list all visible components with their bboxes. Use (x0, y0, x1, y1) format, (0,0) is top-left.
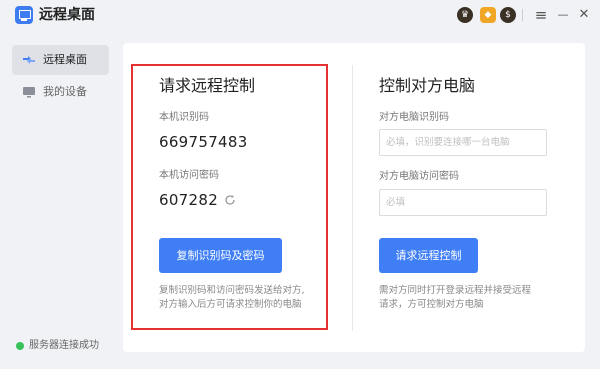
main-panel: 请求远程控制 本机识别码 669757483 本机访问密码 607282 复制识… (123, 43, 585, 352)
crown-badge-icon[interactable]: ♛ (457, 7, 473, 23)
menu-icon[interactable]: ≡ (531, 5, 551, 25)
sidebar-item-label: 远程桌面 (43, 53, 87, 66)
remote-id-input[interactable] (379, 129, 547, 156)
local-password-label: 本机访问密码 (159, 170, 219, 181)
remote-password-input[interactable] (379, 189, 547, 216)
app-title: 远程桌面 (39, 7, 95, 23)
copy-note-line-2: 对方输入后方可请求控制你的电脑 (159, 299, 302, 310)
titlebar-divider (522, 9, 523, 21)
request-remote-control-button[interactable]: 请求远程控制 (379, 238, 478, 273)
request-control-title: 请求远程控制 (159, 76, 256, 95)
app-logo-icon (15, 6, 33, 24)
monitor-icon (23, 87, 35, 98)
local-id-label: 本机识别码 (159, 112, 209, 123)
remote-password-label: 对方电脑访问密码 (379, 171, 459, 182)
sidebar-item-remote-desktop[interactable]: 远程桌面 (12, 45, 109, 75)
copy-note-line-1: 复制识别码和访问密码发送给对方, (159, 285, 305, 296)
refresh-icon[interactable] (224, 194, 236, 206)
title-bar: 远程桌面 ♛ ◆ $ ≡ — ✕ (0, 0, 600, 32)
panel-divider (352, 65, 353, 331)
local-id-value: 669757483 (159, 133, 248, 151)
request-note-line-1: 需对方同时打开登录远程并接受远程 (379, 285, 532, 296)
request-note-line-2: 请求，方可控制对方电脑 (379, 299, 484, 310)
control-remote-title: 控制对方电脑 (379, 76, 476, 95)
sidebar-item-my-devices[interactable]: 我的设备 (12, 77, 109, 107)
local-password-value: 607282 (159, 191, 219, 209)
remote-desktop-icon (23, 56, 35, 64)
close-icon[interactable]: ✕ (574, 5, 594, 25)
status-dot-icon (16, 342, 24, 350)
gem-badge-icon[interactable]: ◆ (480, 7, 496, 23)
status-text: 服务器连接成功 (29, 340, 99, 351)
minimize-icon[interactable]: — (553, 5, 573, 25)
coin-badge-icon[interactable]: $ (500, 7, 516, 23)
copy-id-password-button[interactable]: 复制识别码及密码 (159, 238, 282, 273)
sidebar: 远程桌面 我的设备 服务器连接成功 (0, 32, 122, 369)
remote-id-label: 对方电脑识别码 (379, 112, 449, 123)
sidebar-item-label: 我的设备 (43, 85, 87, 98)
